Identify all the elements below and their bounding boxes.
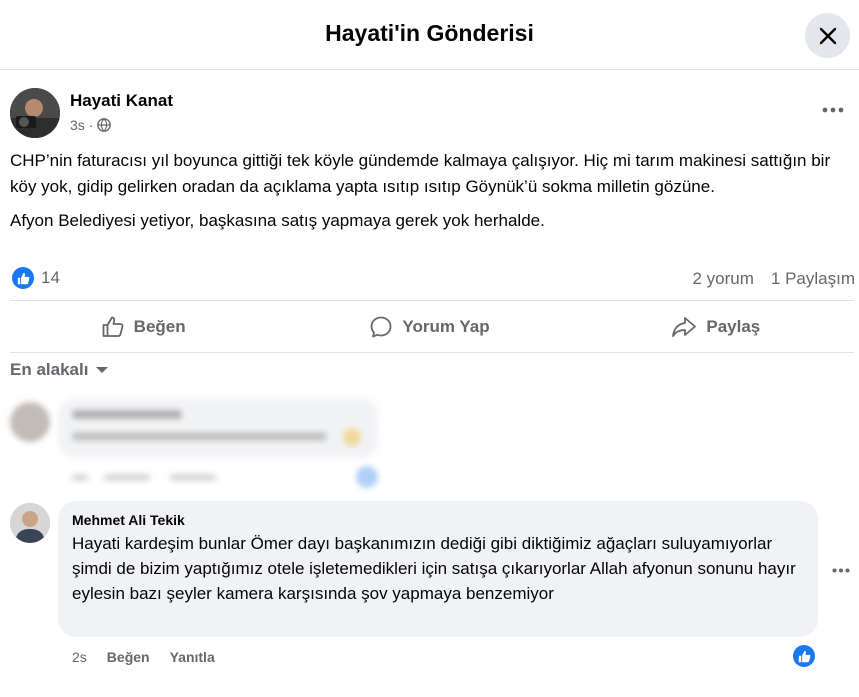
comment-bubble: Mehmet Ali Tekik Hayati kardeşim bunlar … xyxy=(58,501,818,637)
globe-icon xyxy=(97,118,112,132)
like-label: Beğen xyxy=(133,317,186,336)
comment-time[interactable]: 2s xyxy=(72,649,87,665)
post-paragraph: CHP’nin faturacısı yıl boyunca gittiği t… xyxy=(10,151,831,196)
author-avatar[interactable] xyxy=(10,88,60,138)
post-meta: 3s · xyxy=(70,117,112,133)
comment-more-button[interactable] xyxy=(826,557,856,583)
sort-dropdown[interactable]: En alakalı xyxy=(10,360,109,380)
post-time[interactable]: 3s xyxy=(70,117,85,133)
thumbs-up-icon xyxy=(102,316,124,337)
more-icon xyxy=(832,568,850,572)
action-bar: Beğen Yorum Yap Paylaş xyxy=(0,302,859,352)
close-button[interactable] xyxy=(805,13,850,58)
comment-button[interactable]: Yorum Yap xyxy=(286,302,572,352)
post-more-button[interactable] xyxy=(818,97,848,123)
shares-count[interactable]: 1 Paylaşım xyxy=(771,269,855,289)
post-paragraph: Afyon Belediyesi yetiyor, başkasına satı… xyxy=(10,211,545,230)
sort-label: En alakalı xyxy=(10,360,89,379)
comment-author[interactable]: Mehmet Ali Tekik xyxy=(72,512,804,528)
comment-like-button[interactable]: Beğen xyxy=(107,649,150,665)
meta-separator: · xyxy=(88,117,94,133)
comment-label: Yorum Yap xyxy=(402,317,490,336)
like-button[interactable]: Beğen xyxy=(0,302,286,352)
comment-text: Hayati kardeşim bunlar Ömer dayı başkanı… xyxy=(72,534,796,603)
comment-icon xyxy=(370,316,392,338)
comments-count[interactable]: 2 yorum xyxy=(692,269,753,289)
divider xyxy=(10,352,854,353)
divider xyxy=(10,300,854,301)
dialog-title: Hayati'in Gönderisi xyxy=(325,20,534,46)
comment-reply-button[interactable]: Yanıtla xyxy=(170,649,215,665)
blurred-comment xyxy=(0,392,400,492)
caret-down-icon xyxy=(96,367,109,373)
comment-like-reaction-icon[interactable] xyxy=(793,645,815,667)
author-name[interactable]: Hayati Kanat xyxy=(70,91,173,111)
commenter-avatar[interactable] xyxy=(10,503,50,543)
share-icon xyxy=(672,317,697,337)
reaction-count: 14 xyxy=(41,268,60,287)
more-icon xyxy=(822,107,844,113)
post-stats: 2 yorum 1 Paylaşım xyxy=(692,269,855,289)
dialog-header: Hayati'in Gönderisi xyxy=(0,0,859,70)
share-button[interactable]: Paylaş xyxy=(573,302,859,352)
post-text: CHP’nin faturacısı yıl boyunca gittiği t… xyxy=(10,148,850,242)
reactions-summary[interactable]: 14 xyxy=(12,267,60,289)
like-reaction-icon xyxy=(12,267,34,289)
share-label: Paylaş xyxy=(706,317,761,336)
comment-actions: 2s Beğen Yanıtla xyxy=(72,649,215,665)
close-icon xyxy=(819,27,836,44)
